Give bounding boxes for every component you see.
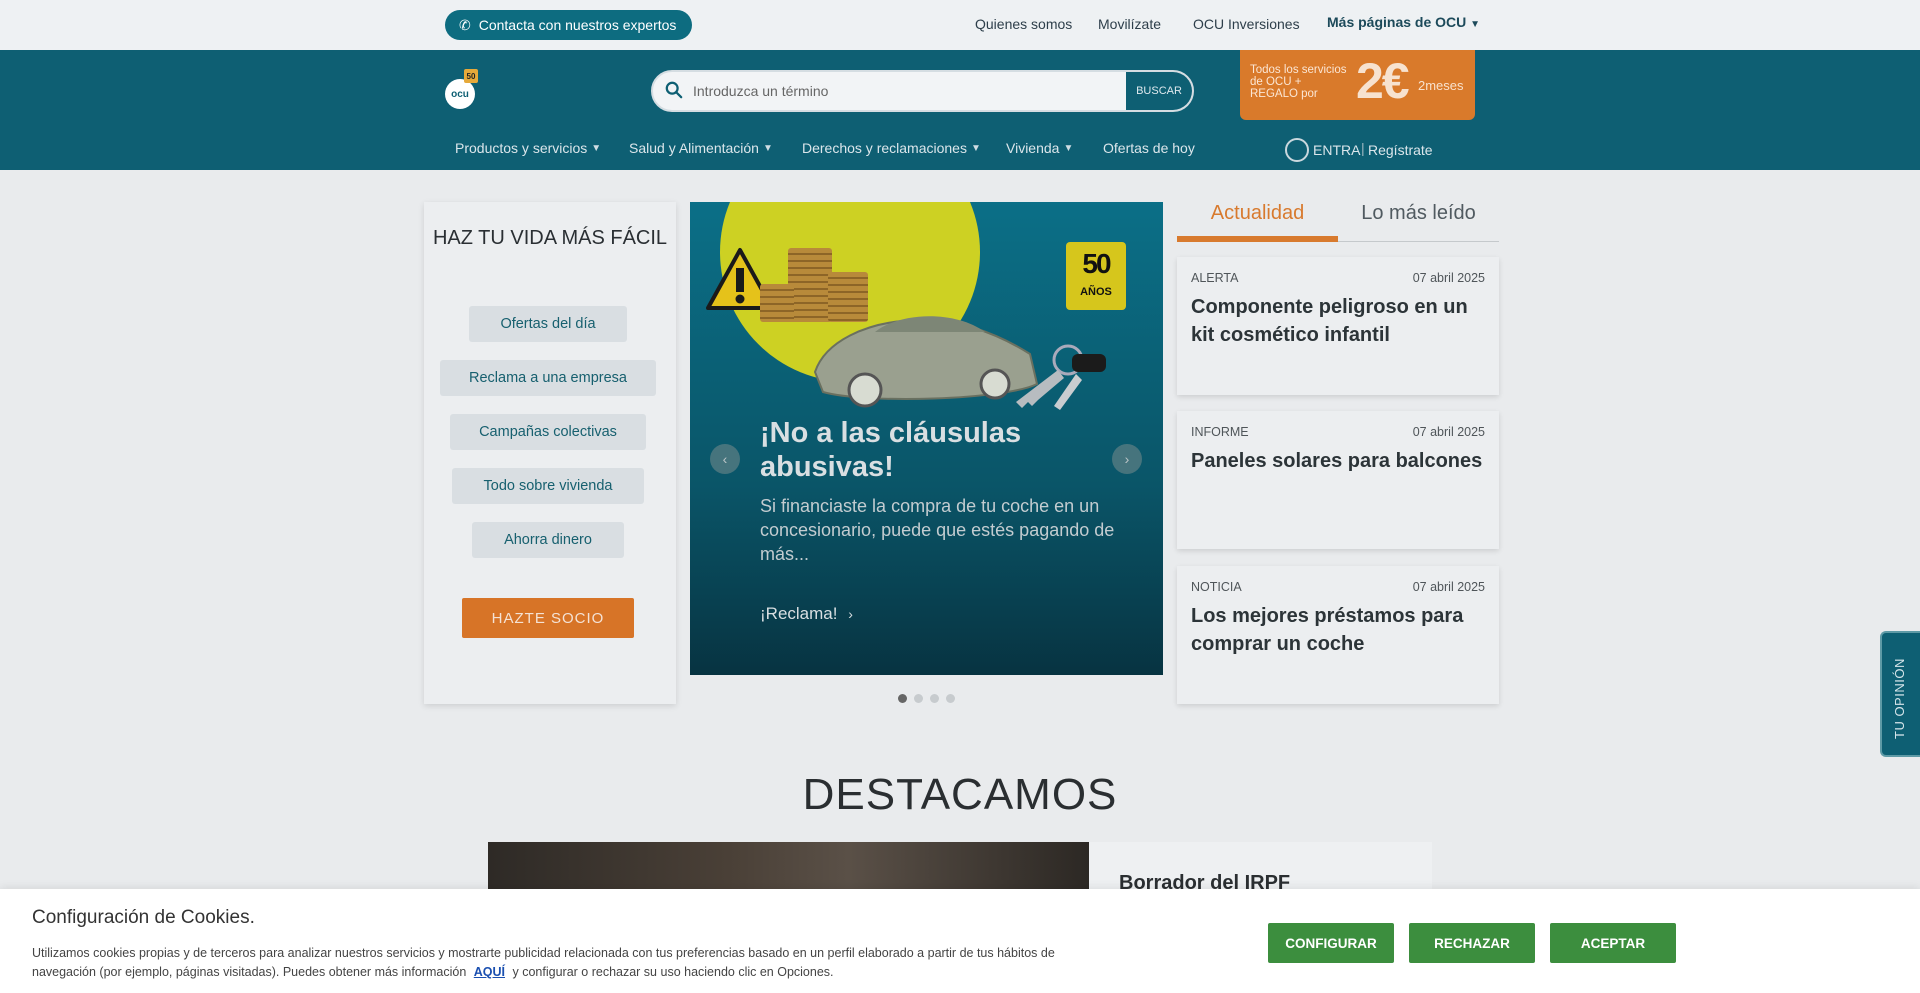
- promo-period: 2meses: [1418, 78, 1464, 93]
- more-pages-dropdown[interactable]: Más páginas de OCU ▼: [1327, 14, 1480, 30]
- news-title: Paneles solares para balcones: [1191, 450, 1483, 472]
- phone-icon: ✆: [459, 16, 471, 33]
- news-category: ALERTA: [1191, 271, 1239, 285]
- news-title: Componente peligroso en un kit cosmético…: [1191, 296, 1468, 346]
- link-ahorra-dinero[interactable]: Ahorra dinero: [472, 522, 624, 558]
- nav-productos-servicios[interactable]: Productos y servicios ▼: [455, 140, 601, 156]
- link-reclama-empresa[interactable]: Reclama a una empresa: [440, 360, 656, 396]
- nav-label: Productos y servicios: [455, 140, 588, 156]
- logo-badge-icon: 50: [464, 69, 478, 83]
- quick-links-panel: HAZ TU VIDA MÁS FÁCIL Ofertas del día Re…: [424, 202, 676, 704]
- login-link[interactable]: ENTRA: [1313, 142, 1360, 158]
- contact-experts-button[interactable]: ✆ Contacta con nuestros expertos: [445, 10, 693, 40]
- contact-label: Contacta con nuestros expertos: [478, 17, 677, 33]
- carousel-pagination: [898, 694, 955, 703]
- cookie-text-after: y configurar o rechazar su uso haciendo …: [512, 965, 834, 979]
- news-card[interactable]: ALERTA 07 abril 2025 Componente peligros…: [1177, 257, 1499, 395]
- news-tabs: Actualidad Lo más leído: [1177, 198, 1499, 242]
- nav-label: Vivienda: [1006, 140, 1060, 156]
- nav-derechos-reclamaciones[interactable]: Derechos y reclamaciones ▼: [802, 140, 981, 156]
- link-quienes-somos[interactable]: Quienes somos: [975, 16, 1072, 32]
- top-bar: ✆ Contacta con nuestros expertos Quienes…: [0, 0, 1920, 50]
- promo-text: Todos los servicios de OCU + REGALO por: [1250, 64, 1347, 100]
- accept-cookies-button[interactable]: ACEPTAR: [1550, 923, 1676, 963]
- carousel-prev-button[interactable]: ‹: [710, 444, 740, 474]
- search-input[interactable]: [689, 72, 1129, 110]
- promo-price: 2€: [1356, 53, 1410, 109]
- nav-label: Salud y Alimentación: [629, 140, 759, 156]
- nav-salud-alimentacion[interactable]: Salud y Alimentación ▼: [629, 140, 773, 156]
- news-card[interactable]: NOTICIA 07 abril 2025 Los mejores présta…: [1177, 566, 1499, 704]
- chevron-down-icon: ▼: [970, 142, 981, 154]
- link-ocu-inversiones[interactable]: OCU Inversiones: [1193, 16, 1300, 32]
- cookie-title: Configuración de Cookies.: [32, 907, 255, 928]
- nav-ofertas-hoy[interactable]: Ofertas de hoy: [1103, 140, 1195, 156]
- ocu-logo[interactable]: ocu 50: [445, 69, 479, 111]
- news-date: 07 abril 2025: [1412, 580, 1485, 594]
- news-card[interactable]: INFORME 07 abril 2025 Paneles solares pa…: [1177, 411, 1499, 549]
- news-category: NOTICIA: [1191, 580, 1242, 594]
- reject-cookies-button[interactable]: RECHAZAR: [1409, 923, 1535, 963]
- user-icon[interactable]: [1285, 138, 1309, 162]
- coin-stack-image: [760, 284, 794, 322]
- promo-banner[interactable]: Todos los servicios de OCU + REGALO por …: [1240, 50, 1475, 120]
- hero-carousel[interactable]: 50 AÑOS ¡No a las cláusulas abusivas! Si…: [690, 202, 1163, 675]
- logo-circle: ocu: [445, 79, 475, 109]
- link-todo-vivienda[interactable]: Todo sobre vivienda: [452, 468, 644, 504]
- news-title: Los mejores préstamos para comprar un co…: [1191, 605, 1464, 655]
- nav-label: Ofertas de hoy: [1103, 140, 1195, 156]
- chevron-right-icon: ›: [1124, 451, 1130, 467]
- badge-number: 50: [1082, 248, 1111, 279]
- chevron-down-icon: ▼: [762, 142, 773, 154]
- chevron-down-icon: ▼: [591, 142, 602, 154]
- news-category: INFORME: [1191, 425, 1249, 439]
- nav-vivienda[interactable]: Vivienda ▼: [1006, 140, 1073, 156]
- cookie-info-link[interactable]: AQUÍ: [474, 965, 505, 979]
- configure-cookies-button[interactable]: CONFIGURAR: [1268, 923, 1394, 963]
- chevron-down-icon: ▼: [1063, 142, 1074, 154]
- anniversary-badge: 50 AÑOS: [1066, 242, 1126, 310]
- feedback-label: TU OPINIÓN: [1892, 658, 1907, 739]
- news-date: 07 abril 2025: [1412, 425, 1485, 439]
- more-pages-label: Más páginas de OCU: [1327, 14, 1467, 30]
- hazte-socio-button[interactable]: HAZTE SOCIO: [462, 598, 634, 638]
- search-button[interactable]: BUSCAR: [1126, 72, 1192, 110]
- badge-label: AÑOS: [1080, 286, 1112, 298]
- search-icon: [665, 81, 683, 99]
- search-bar: BUSCAR: [651, 70, 1194, 112]
- slide-title: ¡No a las cláusulas abusivas!: [760, 417, 1022, 483]
- feedback-tab[interactable]: TU OPINIÓN: [1880, 631, 1920, 757]
- tab-actualidad[interactable]: Actualidad: [1177, 198, 1338, 242]
- tab-lo-mas-leido[interactable]: Lo más leído: [1338, 198, 1499, 242]
- carousel-dot[interactable]: [946, 694, 955, 703]
- featured-heading: DESTACAMOS: [802, 770, 1118, 819]
- carousel-next-button[interactable]: ›: [1112, 444, 1142, 474]
- carousel-dot[interactable]: [914, 694, 923, 703]
- cookie-text: Utilizamos cookies propias y de terceros…: [32, 944, 1072, 982]
- cookie-banner: Configuración de Cookies. Utilizamos coo…: [0, 889, 1920, 993]
- register-link[interactable]: Regístrate: [1368, 142, 1433, 158]
- chevron-right-icon: ›: [848, 606, 853, 622]
- news-date: 07 abril 2025: [1412, 271, 1485, 285]
- login-separator: |: [1361, 140, 1365, 156]
- nav-label: Derechos y reclamaciones: [802, 140, 967, 156]
- chevron-left-icon: ‹: [722, 451, 728, 467]
- link-ofertas-dia[interactable]: Ofertas del día: [469, 306, 627, 342]
- chevron-down-icon: ▼: [1470, 19, 1481, 30]
- carousel-dot[interactable]: [930, 694, 939, 703]
- carousel-dot[interactable]: [898, 694, 907, 703]
- car-keys-icon: [1016, 344, 1106, 410]
- panel-title: HAZ TU VIDA MÁS FÁCIL: [432, 227, 668, 249]
- link-campanas-colectivas[interactable]: Campañas colectivas: [450, 414, 646, 450]
- slide-description: Si financiaste la compra de tu coche en …: [760, 496, 1115, 564]
- link-movilizate[interactable]: Movilízate: [1098, 16, 1161, 32]
- reclama-link[interactable]: ¡Reclama! ›: [760, 604, 853, 624]
- reclama-label: ¡Reclama!: [760, 604, 838, 623]
